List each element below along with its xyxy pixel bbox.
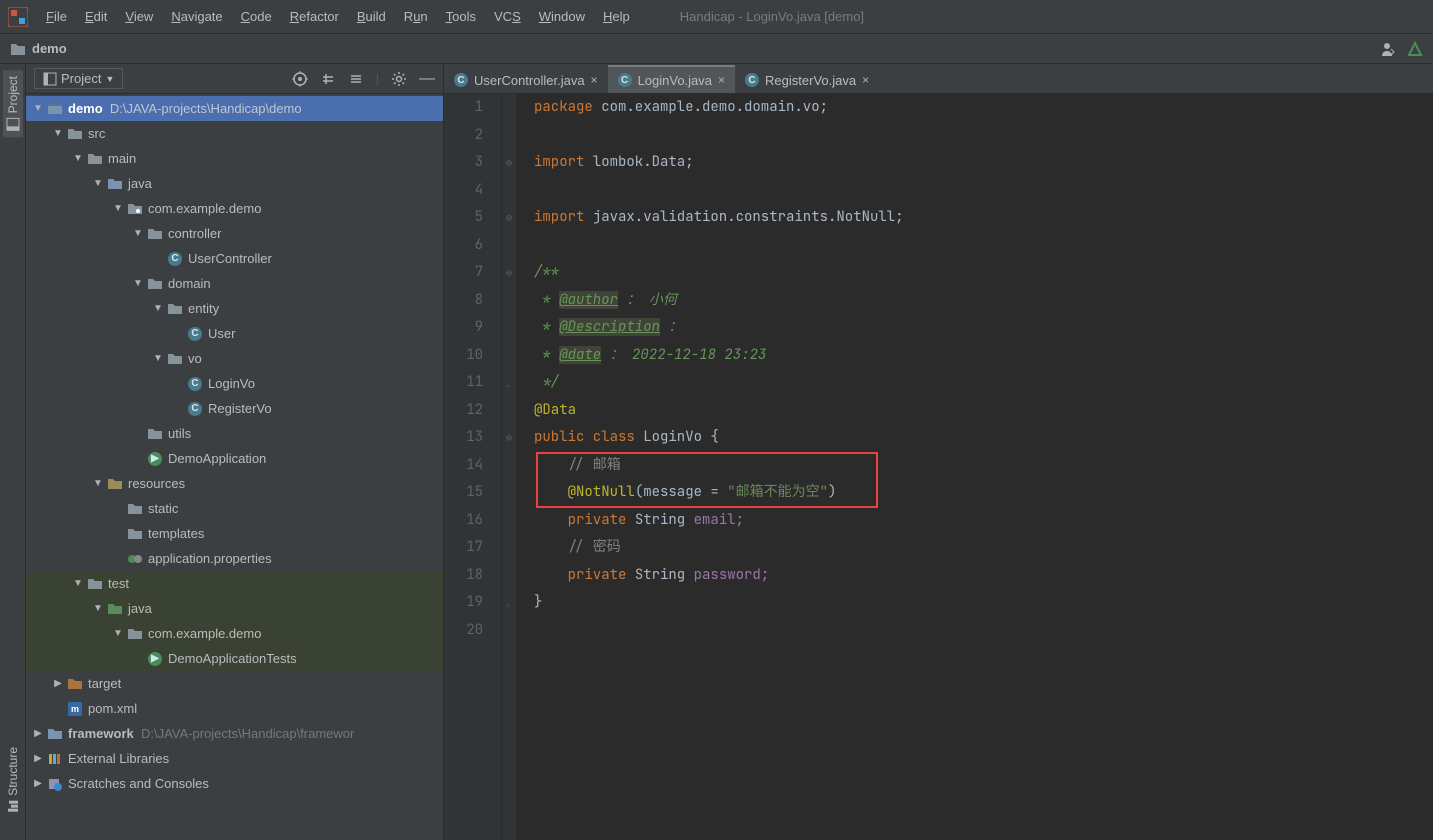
menu-run[interactable]: Run: [396, 5, 436, 28]
annotation-highlight-box: [536, 452, 878, 508]
menu-build[interactable]: Build: [349, 5, 394, 28]
collapse-all-icon[interactable]: [348, 71, 364, 87]
tree-controller[interactable]: ▼controller: [26, 221, 443, 246]
editor-body[interactable]: 1234567891011121314151617181920 ⊖⊖⊖⌞⊖⌞ p…: [444, 94, 1433, 840]
menu-help[interactable]: Help: [595, 5, 638, 28]
tool-window-bar-left: Project Structure: [0, 64, 26, 840]
menu-code[interactable]: Code: [233, 5, 280, 28]
menu-tools[interactable]: Tools: [438, 5, 484, 28]
tree-test-pkg[interactable]: ▼com.example.demo: [26, 621, 443, 646]
editor-tab-loginvo[interactable]: CLoginVo.java×: [608, 65, 735, 93]
tree-static[interactable]: static: [26, 496, 443, 521]
structure-tool-tab[interactable]: Structure: [3, 741, 23, 820]
tree-domain[interactable]: ▼domain: [26, 271, 443, 296]
build-icon[interactable]: [1407, 41, 1423, 57]
tree-scratches[interactable]: ▶Scratches and Consoles: [26, 771, 443, 796]
menu-navigate[interactable]: Navigate: [163, 5, 230, 28]
close-icon[interactable]: ×: [591, 73, 598, 87]
menu-view[interactable]: View: [117, 5, 161, 28]
tree-target[interactable]: ▶target: [26, 671, 443, 696]
tree-loginvo[interactable]: CLoginVo: [26, 371, 443, 396]
tree-entity[interactable]: ▼entity: [26, 296, 443, 321]
tree-test[interactable]: ▼test: [26, 571, 443, 596]
project-view-selector[interactable]: Project ▼: [34, 68, 123, 89]
tree-utils[interactable]: utils: [26, 421, 443, 446]
tree-demotests[interactable]: ▶DemoApplicationTests: [26, 646, 443, 671]
tree-demoapp[interactable]: ▶DemoApplication: [26, 446, 443, 471]
editor-tab-usercontroller[interactable]: CUserController.java×: [444, 65, 608, 93]
project-tree[interactable]: ▼ demo D:\JAVA-projects\Handicap\demo ▼s…: [26, 94, 443, 840]
app-logo-icon: [8, 7, 28, 27]
project-tool-window: Project ▼ | — ▼ demo D:\JAVA-projects\Ha…: [26, 64, 444, 840]
settings-icon[interactable]: [391, 71, 407, 87]
menu-bar: File Edit View Navigate Code Refactor Bu…: [0, 0, 1433, 34]
tree-registervo[interactable]: CRegisterVo: [26, 396, 443, 421]
hide-panel-icon[interactable]: —: [419, 70, 435, 88]
tree-resources[interactable]: ▼resources: [26, 471, 443, 496]
tree-framework[interactable]: ▶framework D:\JAVA-projects\Handicap\fra…: [26, 721, 443, 746]
menu-refactor[interactable]: Refactor: [282, 5, 347, 28]
user-icon[interactable]: [1381, 41, 1397, 57]
tree-package[interactable]: ▼com.example.demo: [26, 196, 443, 221]
expand-all-icon[interactable]: [320, 71, 336, 87]
project-tool-tab[interactable]: Project: [3, 70, 23, 137]
tree-templates[interactable]: templates: [26, 521, 443, 546]
close-icon[interactable]: ×: [862, 73, 869, 87]
project-panel-header: Project ▼ | —: [26, 64, 443, 94]
window-title: Handicap - LoginVo.java [demo]: [680, 9, 864, 24]
tree-vo[interactable]: ▼vo: [26, 346, 443, 371]
menu-file[interactable]: File: [38, 5, 75, 28]
close-icon[interactable]: ×: [718, 73, 725, 87]
locate-icon[interactable]: [292, 71, 308, 87]
tree-src[interactable]: ▼src: [26, 121, 443, 146]
tree-usercontroller[interactable]: CUserController: [26, 246, 443, 271]
editor: CUserController.java× CLoginVo.java× CRe…: [444, 64, 1433, 840]
navigation-bar: demo: [0, 34, 1433, 64]
tree-main[interactable]: ▼main: [26, 146, 443, 171]
tree-project-root[interactable]: ▼ demo D:\JAVA-projects\Handicap\demo: [26, 96, 443, 121]
tree-external-libraries[interactable]: ▶External Libraries: [26, 746, 443, 771]
tree-appprops[interactable]: application.properties: [26, 546, 443, 571]
fold-gutter[interactable]: ⊖⊖⊖⌞⊖⌞: [502, 94, 516, 840]
menu-vcs[interactable]: VCS: [486, 5, 529, 28]
editor-tab-registervo[interactable]: CRegisterVo.java×: [735, 65, 879, 93]
folder-icon: [10, 42, 26, 56]
code-area[interactable]: package com.example.demo.domain.vo; impo…: [516, 94, 1433, 840]
breadcrumb-root[interactable]: demo: [32, 41, 67, 56]
menu-window[interactable]: Window: [531, 5, 593, 28]
tree-java[interactable]: ▼java: [26, 171, 443, 196]
tree-pom[interactable]: mpom.xml: [26, 696, 443, 721]
line-number-gutter: 1234567891011121314151617181920: [444, 94, 502, 840]
menu-edit[interactable]: Edit: [77, 5, 115, 28]
tree-test-java[interactable]: ▼java: [26, 596, 443, 621]
tree-user[interactable]: CUser: [26, 321, 443, 346]
editor-tab-bar: CUserController.java× CLoginVo.java× CRe…: [444, 64, 1433, 94]
